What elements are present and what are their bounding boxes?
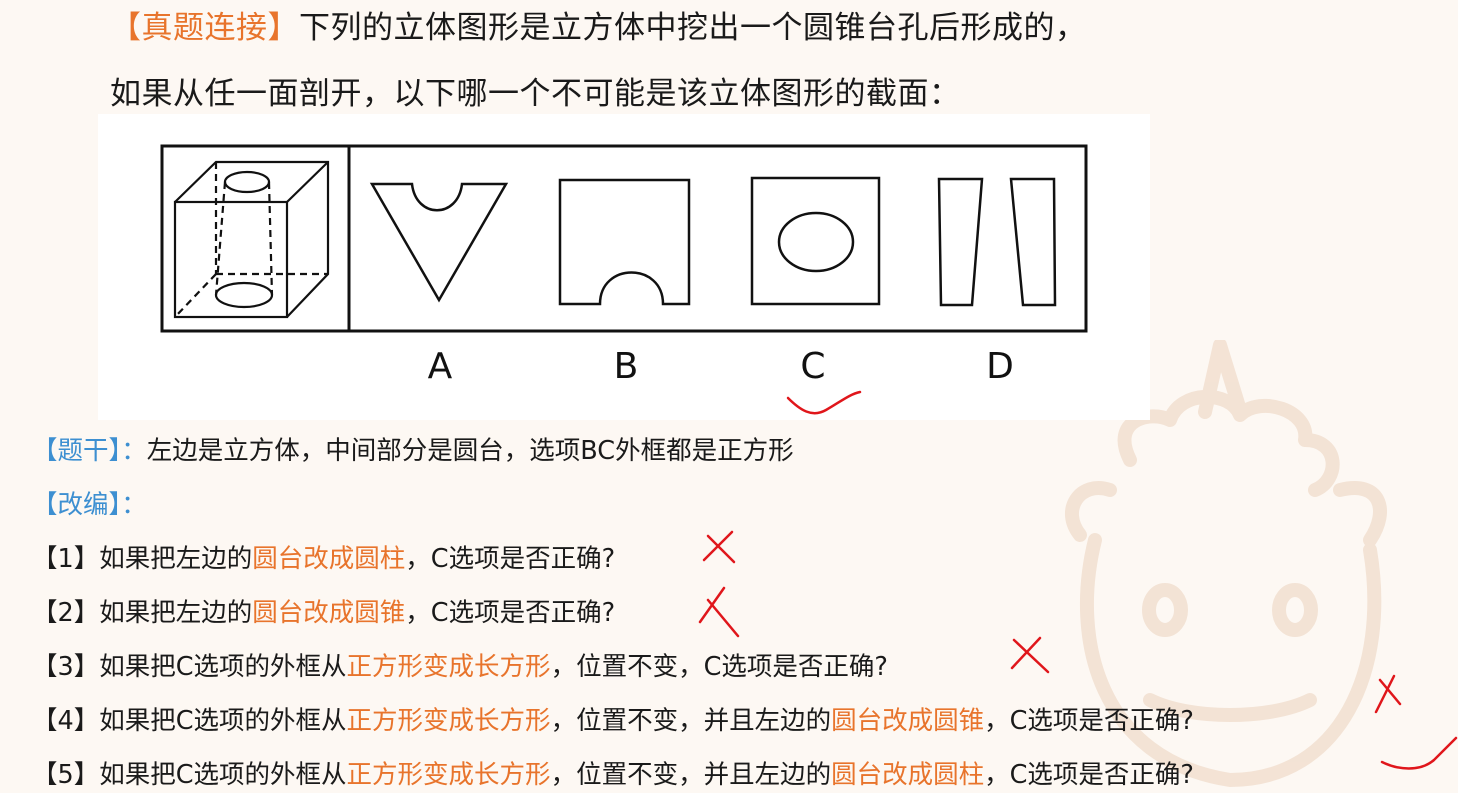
cross-mark-icon xyxy=(1374,674,1402,714)
cross-mark-icon xyxy=(698,586,740,638)
cross-mark-icon xyxy=(1010,636,1050,674)
check-mark-icon xyxy=(1380,736,1458,770)
annotation-layer xyxy=(698,390,1458,770)
cross-mark-icon xyxy=(702,530,736,564)
check-mark-icon xyxy=(786,390,862,415)
